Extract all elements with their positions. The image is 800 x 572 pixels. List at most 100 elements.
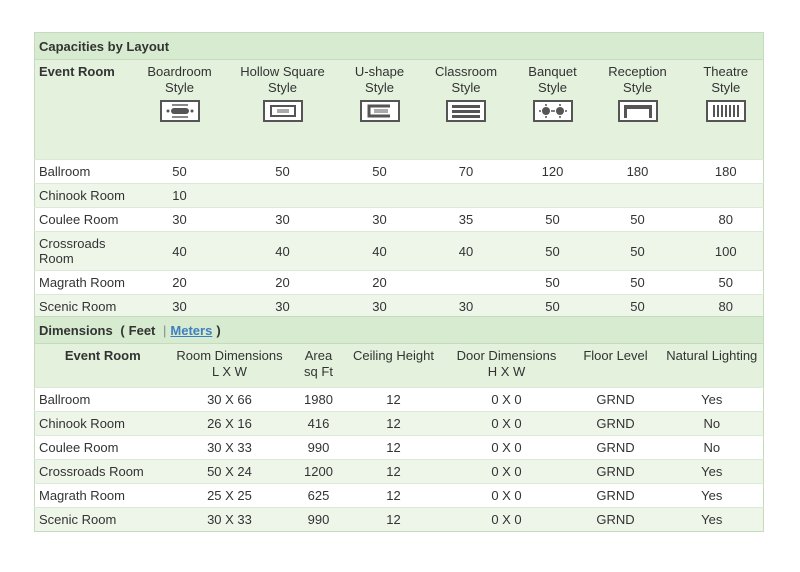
dimension-cell: 12 [344,387,443,412]
room-name-cell: Magrath Room [34,270,140,295]
dimensions-table: Dimensions (Feet | Meters) Event Room Room… [33,316,765,532]
capacity-cell: 30 [345,207,414,232]
capacity-cell: 100 [688,231,764,271]
capacity-cell: 10 [139,183,220,208]
dimension-cell: 416 [292,411,345,436]
capacity-cell: 40 [139,231,220,271]
dimensions-header-0: Event Room [34,343,167,388]
dimensions-header-3: Ceiling Height [344,343,443,388]
dimension-cell: 12 [344,411,443,436]
dimension-cell: Yes [660,387,764,412]
dimension-cell: 12 [344,435,443,460]
dimension-cell: 0 X 0 [442,483,571,508]
table-row: Crossroads Room 40 40 40 40 50 50 100 [34,231,764,271]
room-name-cell: Crossroads Room [34,459,167,484]
capacity-cell: 40 [345,231,414,271]
boardroom-layout-icon [159,100,200,122]
reception-layout-icon [617,100,658,122]
capacity-cell: 50 [139,159,220,184]
dimension-cell: No [660,435,764,460]
capacity-cell: 30 [139,207,220,232]
dimension-cell: 30 X 66 [166,387,293,412]
paren-open: ( [120,322,125,338]
capacity-cell [413,270,519,295]
table-row: Ballroom 30 X 66 1980 12 0 X 0 GRND Yes [34,387,764,412]
theatre-layout-icon [705,100,746,122]
capacity-cell: 20 [139,270,220,295]
room-name-cell: Chinook Room [34,411,167,436]
layout-header-theatre: Theatre Style [688,59,764,160]
capacity-cell: 50 [518,294,587,319]
room-name-cell: Ballroom [34,387,167,412]
dimension-cell: 1980 [292,387,345,412]
capacity-cell: 20 [345,270,414,295]
capacity-cell: 35 [413,207,519,232]
dimension-cell: GRND [570,483,661,508]
capacity-cell: 50 [518,207,587,232]
dimension-cell: GRND [570,459,661,484]
table-row: Magrath Room 25 X 25 625 12 0 X 0 GRND Yes [34,483,764,508]
dimension-cell: GRND [570,411,661,436]
room-name-cell: Coulee Room [34,207,140,232]
capacity-cell: 50 [586,270,689,295]
dimension-cell: 12 [344,483,443,508]
table-row: Coulee Room 30 X 33 990 12 0 X 0 GRND No [34,435,764,460]
feet-unit-label: Feet [128,322,156,338]
dimension-cell: 990 [292,435,345,460]
dimension-cell: 50 X 24 [166,459,293,484]
capacity-cell: 80 [688,207,764,232]
capacity-cell: 80 [688,294,764,319]
capacity-cell: 50 [586,294,689,319]
capacity-cell [413,183,519,208]
capacity-cell: 50 [518,231,587,271]
capacity-cell [345,183,414,208]
capacities-table: Capacities by Layout Event Room Boardroo… [33,32,765,319]
layout-label-2: U-shape Style [354,64,405,95]
dimension-cell: Yes [660,507,764,532]
table-row: Scenic Room 30 30 30 30 50 50 80 [34,294,764,319]
capacity-cell: 70 [413,159,519,184]
capacity-cell: 50 [586,231,689,271]
dimension-cell: 0 X 0 [442,387,571,412]
unit-separator: | [163,322,167,338]
capacity-cell [518,183,587,208]
layout-label-3: Classroom Style [434,64,498,95]
table-row: Ballroom 50 50 50 70 120 180 180 [34,159,764,184]
dimension-cell: 1200 [292,459,345,484]
layout-label-5: Reception Style [608,64,667,95]
capacity-cell: 30 [345,294,414,319]
room-name-cell: Ballroom [34,159,140,184]
dimension-cell: 0 X 0 [442,411,571,436]
meters-unit-link[interactable]: Meters [170,323,212,338]
dimension-cell: 0 X 0 [442,435,571,460]
capacity-cell [688,183,764,208]
capacity-cell: 50 [518,270,587,295]
capacity-cell: 50 [219,159,346,184]
capacities-header-row: Event Room Boardroom Style Hollow Square S… [34,59,764,160]
room-name-cell: Scenic Room [34,507,167,532]
dimension-cell: 25 X 25 [166,483,293,508]
dimensions-header-4: Door Dimensions H X W [442,343,571,388]
dimension-cell: Yes [660,483,764,508]
dimension-cell: 30 X 33 [166,435,293,460]
room-name-cell: Magrath Room [34,483,167,508]
dimension-cell: GRND [570,435,661,460]
event-room-header: Event Room [34,59,140,160]
room-name-cell: Coulee Room [34,435,167,460]
table-row: Magrath Room 20 20 20 50 50 50 [34,270,764,295]
layout-header-classroom: Classroom Style [413,59,519,160]
u-shape-layout-icon [359,100,400,122]
table-row: Chinook Room 10 [34,183,764,208]
capacity-cell: 180 [586,159,689,184]
table-row: Chinook Room 26 X 16 416 12 0 X 0 GRND No [34,411,764,436]
capacity-cell [586,183,689,208]
capacity-cell [219,183,346,208]
dimension-cell: 26 X 16 [166,411,293,436]
dimension-cell: Yes [660,459,764,484]
room-name-cell: Scenic Room [34,294,140,319]
dimension-cell: GRND [570,387,661,412]
capacity-cell: 20 [219,270,346,295]
dimensions-header-1: Room Dimensions L X W [166,343,293,388]
layout-header-boardroom: Boardroom Style [139,59,220,160]
capacity-cell: 30 [139,294,220,319]
